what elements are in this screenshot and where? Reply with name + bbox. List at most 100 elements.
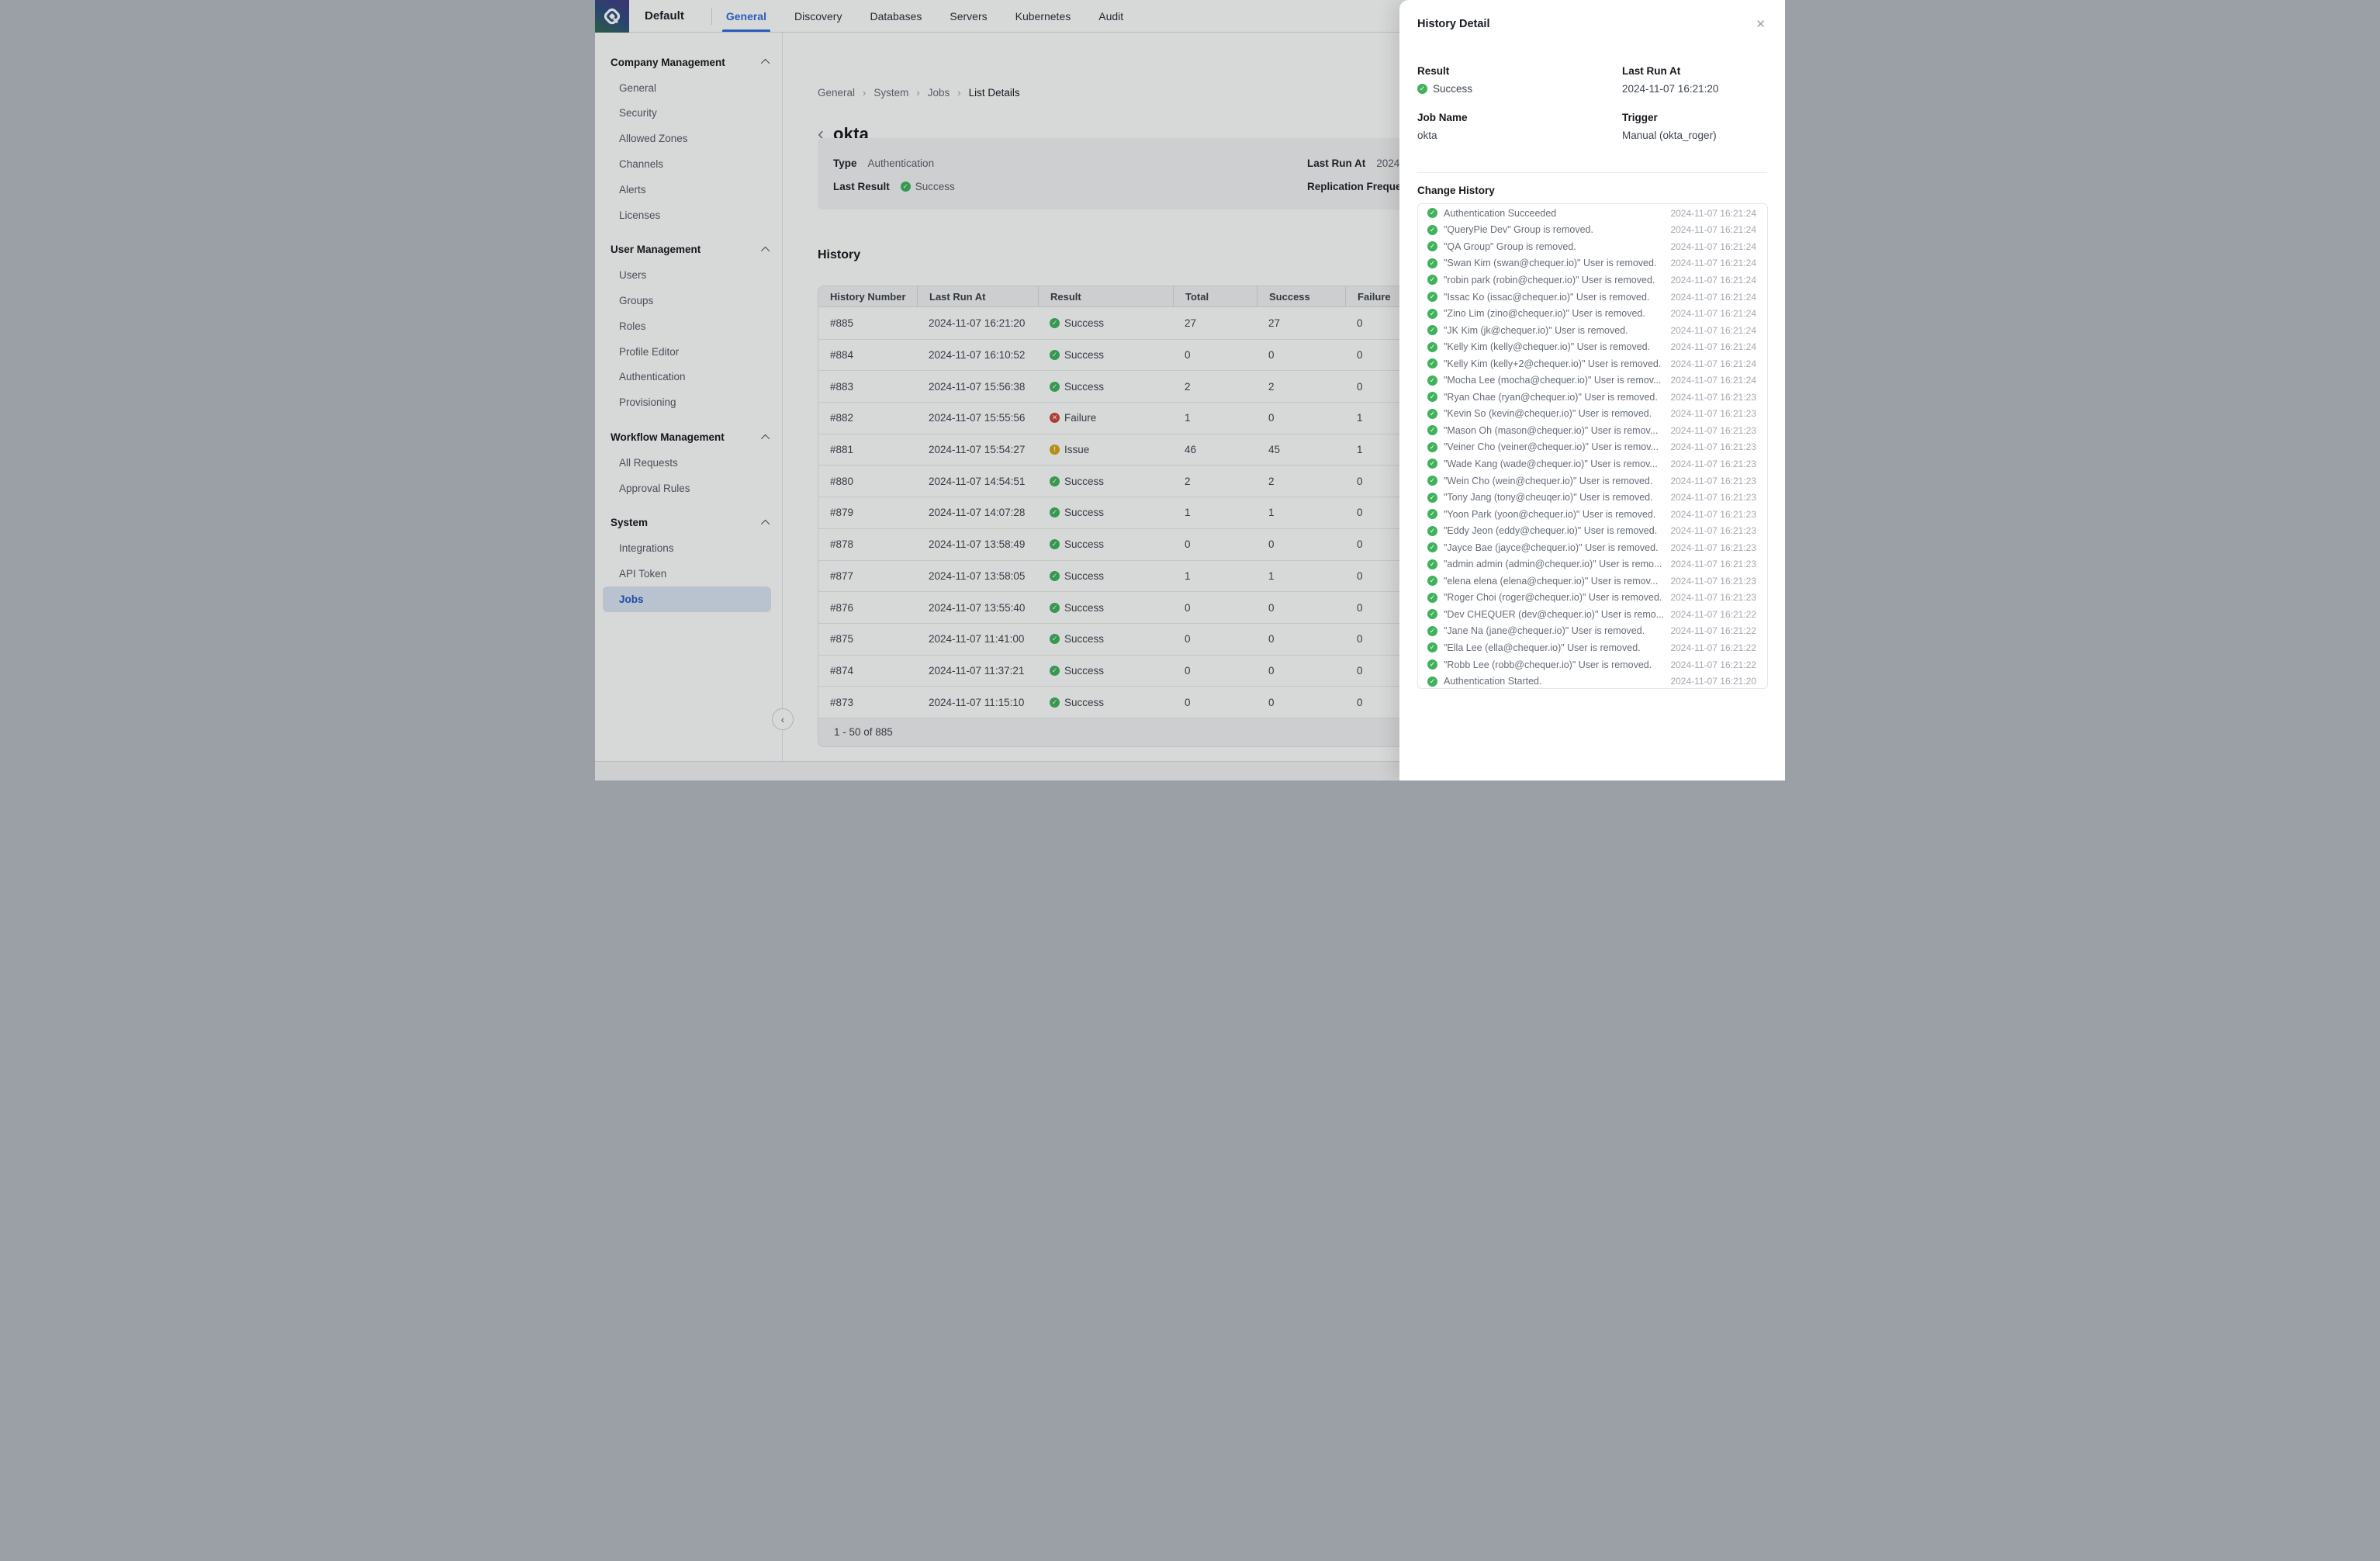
success-icon <box>1427 677 1437 687</box>
drawer-divider <box>1417 172 1767 173</box>
change-history-list[interactable]: Authentication Succeeded 2024-11-07 16:2… <box>1417 203 1768 689</box>
change-timestamp: 2024-11-07 16:21:24 <box>1670 341 1756 352</box>
change-timestamp: 2024-11-07 16:21:24 <box>1670 241 1756 252</box>
change-history-entry: "Zino Lim (zino@chequer.io)" User is rem… <box>1418 305 1767 322</box>
change-history-entry: "Jayce Bae (jayce@chequer.io)" User is r… <box>1418 539 1767 556</box>
change-timestamp: 2024-11-07 16:21:23 <box>1670 559 1756 569</box>
field-value: 2024-11-07 16:21:20 <box>1622 83 1767 95</box>
change-message: "Kelly Kim (kelly@chequer.io)" User is r… <box>1444 341 1664 352</box>
change-message: "robin park (robin@chequer.io)" User is … <box>1444 275 1664 286</box>
change-message: "Ella Lee (ella@chequer.io)" User is rem… <box>1444 642 1664 653</box>
field-value: okta <box>1417 130 1622 141</box>
change-history-entry: "Robb Lee (robb@chequer.io)" User is rem… <box>1418 656 1767 673</box>
success-icon <box>1427 659 1437 670</box>
change-timestamp: 2024-11-07 16:21:23 <box>1670 459 1756 469</box>
app-window: Default General Discovery Databases Serv… <box>595 0 1785 780</box>
success-icon <box>1427 258 1437 268</box>
change-history-entry: "Dev CHEQUER (dev@chequer.io)" User is r… <box>1418 606 1767 623</box>
field-trigger: Trigger Manual (okta_roger) <box>1622 112 1767 141</box>
success-icon <box>1427 576 1437 586</box>
change-timestamp: 2024-11-07 16:21:23 <box>1670 492 1756 503</box>
change-message: "Mocha Lee (mocha@chequer.io)" User is r… <box>1444 375 1664 386</box>
change-timestamp: 2024-11-07 16:21:22 <box>1670 642 1756 653</box>
success-icon <box>1427 642 1437 652</box>
change-timestamp: 2024-11-07 16:21:22 <box>1670 625 1756 636</box>
change-history-entry: "Wade Kang (wade@chequer.io)" User is re… <box>1418 455 1767 472</box>
field-value: Manual (okta_roger) <box>1622 130 1767 141</box>
change-history-entry: "Wein Cho (wein@chequer.io)" User is rem… <box>1418 472 1767 490</box>
change-timestamp: 2024-11-07 16:21:23 <box>1670 576 1756 587</box>
change-message: "admin admin (admin@chequer.io)" User is… <box>1444 559 1664 569</box>
change-message: "Roger Choi (roger@chequer.io)" User is … <box>1444 592 1664 603</box>
change-history-entry: "Kelly Kim (kelly+2@chequer.io)" User is… <box>1418 355 1767 372</box>
change-history-entry: "Ryan Chae (ryan@chequer.io)" User is re… <box>1418 389 1767 406</box>
change-timestamp: 2024-11-07 16:21:24 <box>1670 375 1756 386</box>
change-timestamp: 2024-11-07 16:21:24 <box>1670 208 1756 219</box>
success-icon <box>1427 225 1437 235</box>
change-history-entry: "Jane Na (jane@chequer.io)" User is remo… <box>1418 623 1767 640</box>
change-history-entry: "JK Kim (jk@chequer.io)" User is removed… <box>1418 322 1767 339</box>
change-timestamp: 2024-11-07 16:21:20 <box>1670 676 1756 687</box>
change-message: "JK Kim (jk@chequer.io)" User is removed… <box>1444 325 1664 336</box>
change-message: "elena elena (elena@chequer.io)" User is… <box>1444 576 1664 587</box>
change-history-entry: "Tony Jang (tony@cheuqer.io)" User is re… <box>1418 489 1767 506</box>
success-icon <box>1427 626 1437 636</box>
change-timestamp: 2024-11-07 16:21:23 <box>1670 542 1756 553</box>
change-history-entry: "QueryPie Dev" Group is removed. 2024-11… <box>1418 222 1767 239</box>
drawer-title: History Detail <box>1417 18 1489 30</box>
change-timestamp: 2024-11-07 16:21:24 <box>1670 275 1756 286</box>
field-label: Last Run At <box>1622 65 1767 77</box>
change-history-entry: "QA Group" Group is removed. 2024-11-07 … <box>1418 238 1767 255</box>
success-icon <box>1427 609 1437 619</box>
success-icon <box>1427 409 1437 419</box>
field-value: Success <box>1417 83 1622 95</box>
change-history-entry: Authentication Succeeded 2024-11-07 16:2… <box>1418 205 1767 222</box>
success-icon <box>1427 509 1437 519</box>
change-timestamp: 2024-11-07 16:21:23 <box>1670 408 1756 419</box>
field-label: Job Name <box>1417 112 1622 123</box>
change-timestamp: 2024-11-07 16:21:24 <box>1670 358 1756 369</box>
success-icon <box>1427 376 1437 386</box>
change-timestamp: 2024-11-07 16:21:23 <box>1670 476 1756 486</box>
success-icon <box>1427 442 1437 452</box>
change-history-entry: "Yoon Park (yoon@chequer.io)" User is re… <box>1418 506 1767 523</box>
change-message: "Robb Lee (robb@chequer.io)" User is rem… <box>1444 659 1664 670</box>
change-message: "Yoon Park (yoon@chequer.io)" User is re… <box>1444 509 1664 520</box>
change-timestamp: 2024-11-07 16:21:24 <box>1670 224 1756 235</box>
history-detail-drawer: History Detail ✕ Result Success Last Run… <box>1399 0 1785 780</box>
change-history-entry: "Roger Choi (roger@chequer.io)" User is … <box>1418 590 1767 607</box>
close-icon[interactable]: ✕ <box>1754 17 1767 32</box>
change-message: "Tony Jang (tony@cheuqer.io)" User is re… <box>1444 492 1664 503</box>
change-message: "Kevin So (kevin@chequer.io)" User is re… <box>1444 408 1664 419</box>
change-history-entry: "admin admin (admin@chequer.io)" User is… <box>1418 556 1767 573</box>
change-history-entry: "Issac Ko (issac@chequer.io)" User is re… <box>1418 289 1767 306</box>
change-history-entry: "Mason Oh (mason@chequer.io)" User is re… <box>1418 422 1767 439</box>
change-message: "Eddy Jeon (eddy@chequer.io)" User is re… <box>1444 525 1664 536</box>
change-message: "Jayce Bae (jayce@chequer.io)" User is r… <box>1444 542 1664 553</box>
change-history-entry: "Mocha Lee (mocha@chequer.io)" User is r… <box>1418 372 1767 389</box>
change-message: "Ryan Chae (ryan@chequer.io)" User is re… <box>1444 392 1664 403</box>
change-timestamp: 2024-11-07 16:21:23 <box>1670 525 1756 536</box>
success-icon <box>1427 325 1437 335</box>
change-message: "Dev CHEQUER (dev@chequer.io)" User is r… <box>1444 609 1664 620</box>
change-message: "Mason Oh (mason@chequer.io)" User is re… <box>1444 425 1664 436</box>
success-icon <box>1427 476 1437 486</box>
change-timestamp: 2024-11-07 16:21:23 <box>1670 425 1756 436</box>
success-icon <box>1427 542 1437 552</box>
change-history-entry: "Kevin So (kevin@chequer.io)" User is re… <box>1418 406 1767 423</box>
change-message: "Zino Lim (zino@chequer.io)" User is rem… <box>1444 308 1664 319</box>
change-timestamp: 2024-11-07 16:21:24 <box>1670 258 1756 268</box>
change-message: Authentication Succeeded <box>1444 208 1664 219</box>
change-message: "Swan Kim (swan@chequer.io)" User is rem… <box>1444 258 1664 268</box>
change-history-entry: "Swan Kim (swan@chequer.io)" User is rem… <box>1418 255 1767 272</box>
change-history-entry: "Veiner Cho (veiner@chequer.io)" User is… <box>1418 439 1767 456</box>
change-timestamp: 2024-11-07 16:21:23 <box>1670 509 1756 520</box>
success-icon <box>1427 593 1437 603</box>
change-timestamp: 2024-11-07 16:21:24 <box>1670 325 1756 336</box>
success-icon <box>1427 275 1437 285</box>
change-history-entry: "Kelly Kim (kelly@chequer.io)" User is r… <box>1418 338 1767 355</box>
success-icon <box>1427 241 1437 251</box>
success-icon <box>1417 84 1427 94</box>
change-history-entry: "robin park (robin@chequer.io)" User is … <box>1418 272 1767 289</box>
success-icon <box>1427 459 1437 469</box>
